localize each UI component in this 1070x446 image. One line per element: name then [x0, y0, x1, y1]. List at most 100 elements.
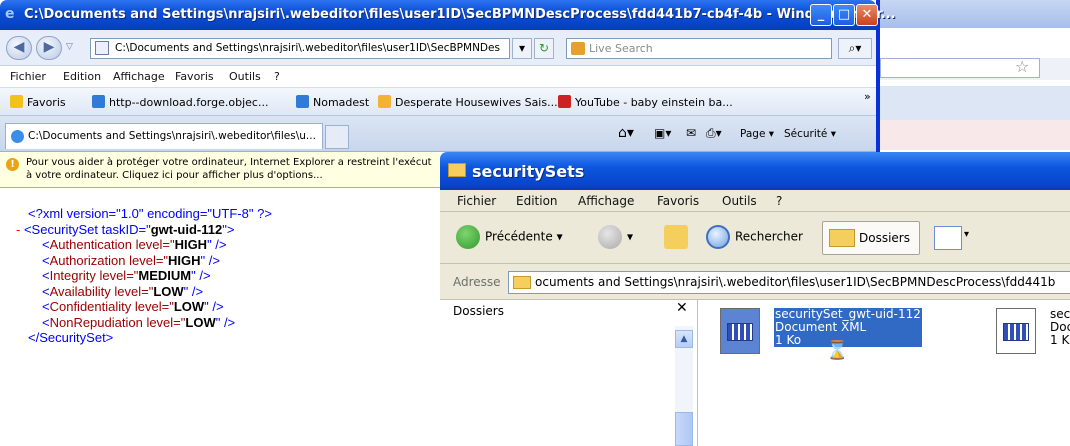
new-tab-button[interactable]: [325, 125, 349, 149]
star-icon: [10, 95, 23, 108]
explorer-address-bar: Adresse ocuments and Settings\nrajsiri\.…: [440, 264, 1070, 300]
tab-current[interactable]: C:\Documents and Settings\nrajsiri\.webe…: [5, 123, 323, 149]
xml-item-tag: <: [42, 299, 50, 314]
ie-navigation-bar: ◀ ▶ ▽ C:\Documents and Settings\nrajsiri…: [0, 30, 876, 66]
views-icon[interactable]: [934, 226, 962, 250]
folders-label: Dossiers: [859, 231, 910, 245]
collapse-toggle[interactable]: -: [16, 222, 24, 237]
favorite-link-1[interactable]: http--download.forge.objec...: [92, 95, 268, 109]
menu-edition[interactable]: Edition: [516, 194, 558, 208]
favorite-link-3[interactable]: Desperate Housewives Sais...: [378, 95, 558, 109]
xml-item-end: " />: [200, 252, 220, 268]
xml-item-end: " />: [204, 299, 224, 314]
menu-favoris[interactable]: Favoris: [657, 194, 699, 208]
address-text: C:\Documents and Settings\nrajsiri\.webe…: [115, 42, 500, 54]
menu-affichage[interactable]: Affichage: [113, 70, 165, 83]
xml-file-icon: [720, 308, 760, 354]
back-label: Précédente: [485, 229, 553, 244]
forward-button[interactable]: ▾: [598, 225, 633, 249]
xml-item-level: LOW: [153, 283, 184, 299]
chevron-down-icon[interactable]: ▽: [66, 42, 73, 52]
scroll-thumb[interactable]: [675, 412, 693, 446]
ie-page-icon: [11, 130, 24, 143]
close-button[interactable]: ✕: [856, 4, 878, 26]
ie-page-icon: [92, 95, 105, 108]
ie-title: C:\Documents and Settings\nrajsiri\.webe…: [24, 7, 896, 22]
xml-item-end: " />: [183, 283, 204, 299]
file-size: 1 K: [1050, 333, 1070, 347]
search-button[interactable]: Rechercher: [706, 225, 803, 249]
menu-help[interactable]: ?: [776, 194, 782, 208]
star-icon[interactable]: ☆: [1015, 57, 1029, 76]
minimize-button[interactable]: _: [810, 4, 832, 26]
xml-item-tag: <: [42, 252, 50, 268]
xml-item-level: HIGH: [168, 252, 201, 268]
page-menu[interactable]: Page ▾: [740, 128, 774, 140]
scrollbar[interactable]: ▲: [675, 326, 693, 446]
feeds-icon[interactable]: ▣▾: [654, 126, 671, 140]
mail-icon[interactable]: ✉: [686, 126, 696, 140]
print-icon[interactable]: ⎙▾: [706, 126, 722, 141]
favorites-button[interactable]: Favoris: [10, 95, 66, 109]
chevron-right-icon[interactable]: »: [864, 90, 871, 103]
menu-outils[interactable]: Outils: [722, 194, 757, 208]
xml-item-name: Integrity: [49, 268, 96, 283]
search-button[interactable]: ⌕▾: [838, 38, 872, 59]
explorer-address-text: ocuments and Settings\nrajsiri\.webedito…: [535, 275, 1056, 289]
xml-item-level: MEDIUM: [138, 268, 192, 283]
xml-item-level: HIGH: [174, 237, 208, 252]
security-menu-label: Sécurité: [784, 128, 828, 140]
forward-arrow-icon: [598, 225, 622, 249]
menu-affichage[interactable]: Affichage: [578, 194, 634, 208]
favorite-link-2[interactable]: Nomadest: [296, 95, 369, 109]
explorer-window: securitySets Fichier Edition Affichage F…: [440, 152, 1070, 446]
address-dropdown-icon[interactable]: ▾: [512, 38, 532, 59]
xml-item-end: " />: [207, 237, 227, 252]
folders-button[interactable]: Dossiers: [822, 221, 920, 255]
page-menu-label: Page: [740, 128, 766, 140]
menu-fichier[interactable]: Fichier: [10, 70, 46, 83]
menu-edition[interactable]: Edition: [63, 70, 101, 83]
tab-bar: C:\Documents and Settings\nrajsiri\.webe…: [0, 116, 876, 152]
xml-item-level: LOW: [185, 314, 216, 330]
explorer-titlebar[interactable]: securitySets: [440, 152, 1070, 190]
scroll-up-icon[interactable]: ▲: [675, 330, 693, 348]
xml-item-tag: <: [42, 237, 50, 252]
menu-fichier[interactable]: Fichier: [457, 194, 496, 208]
ie-page-icon: [296, 95, 309, 108]
back-icon[interactable]: ◀: [6, 36, 32, 60]
address-input[interactable]: C:\Documents and Settings\nrajsiri\.webe…: [90, 38, 510, 59]
explorer-title: securitySets: [472, 162, 585, 181]
maximize-button[interactable]: □: [833, 4, 855, 26]
refresh-icon[interactable]: ↻: [534, 38, 554, 59]
up-folder-icon: [664, 225, 688, 249]
xml-item-tag: <: [42, 268, 50, 283]
back-button[interactable]: Précédente ▾: [456, 225, 563, 249]
views-dropdown-icon[interactable]: ▾: [964, 229, 969, 240]
favorite-label: Nomadest: [313, 96, 370, 109]
folder-icon: [448, 163, 466, 177]
xml-item-name: Authorization: [49, 252, 126, 268]
menu-help[interactable]: ?: [274, 70, 280, 83]
xml-decl-text: <?xml version="1.0" encoding="UTF-8" ?>: [28, 206, 272, 221]
explorer-address-input[interactable]: ocuments and Settings\nrajsiri\.webedito…: [508, 271, 1070, 294]
file-label: sec Doc 1 K: [1050, 308, 1070, 347]
favorites-label: Favoris: [27, 96, 66, 109]
security-menu[interactable]: Sécurité ▾: [784, 128, 836, 140]
menu-outils[interactable]: Outils: [229, 70, 261, 83]
forward-icon[interactable]: ▶: [36, 36, 62, 60]
home-icon[interactable]: ⌂▾: [618, 125, 634, 141]
menu-favoris[interactable]: Favoris: [175, 70, 214, 83]
warning-icon: !: [6, 158, 19, 171]
xml-item-end: " />: [215, 314, 236, 330]
up-folder-button[interactable]: [664, 225, 693, 249]
explorer-menubar: Fichier Edition Affichage Favoris Outils…: [440, 190, 1070, 212]
search-input[interactable]: Live Search: [566, 38, 832, 59]
background-command-row: [880, 120, 1070, 150]
ie-titlebar[interactable]: e C:\Documents and Settings\nrajsiri\.we…: [0, 0, 896, 30]
root-tag-end: ">: [222, 221, 235, 237]
back-arrow-icon: [456, 225, 480, 249]
folders-icon: [829, 229, 855, 247]
favorite-link-4[interactable]: YouTube - baby einstein ba...: [558, 95, 733, 109]
close-icon[interactable]: ✕: [676, 300, 688, 316]
